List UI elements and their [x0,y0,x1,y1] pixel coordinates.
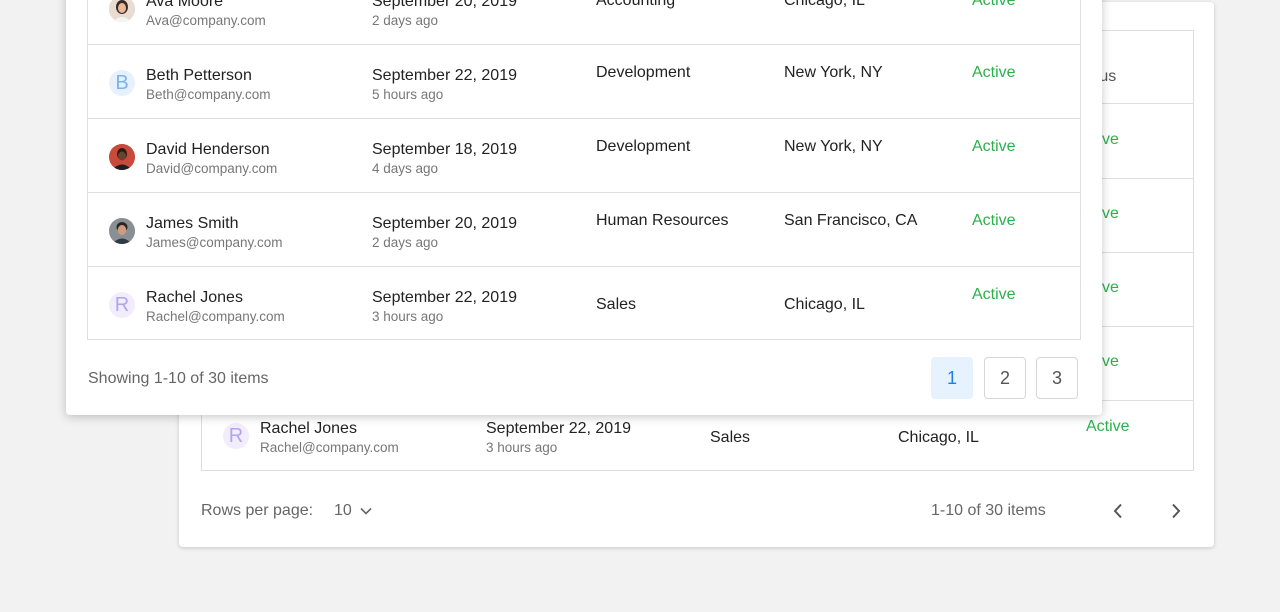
department-cell: Sales [710,429,751,446]
user-cell: R Rachel Jones Rachel@company.com [223,419,399,457]
user-email: Rachel@company.com [146,309,285,324]
table-row[interactable]: Ava Moore Ava@company.com September 20, … [88,0,1080,45]
foreground-table-card: Ava Moore Ava@company.com September 20, … [66,0,1102,415]
previous-page-button[interactable] [1104,497,1132,525]
chevron-right-icon [1172,503,1181,519]
chevron-left-icon [1113,503,1122,519]
status-label: Active [972,286,1016,303]
chevron-down-icon [360,507,372,515]
table-row[interactable]: James Smith James@company.com September … [88,193,1080,267]
user-cell: David Henderson David@company.com [109,140,277,178]
relative-time: 3 hours ago [486,440,558,455]
user-name: David Henderson [146,141,270,158]
relative-time: 5 hours ago [372,87,444,102]
status-label: Active [972,0,1016,9]
date-cell: September 22, 2019 3 hours ago [372,288,517,326]
location-cell: New York, NY [784,138,883,155]
user-email: James@company.com [146,235,283,250]
showing-count-label: Showing 1-10 of 30 items [88,370,269,387]
table-row[interactable]: David Henderson David@company.com Septem… [88,119,1080,193]
date-cell: September 20, 2019 2 days ago [372,0,517,30]
location-cell: San Francisco, CA [784,212,918,229]
page-button-1[interactable]: 1 [931,357,973,399]
user-name: Ava Moore [146,0,224,10]
next-page-button[interactable] [1162,497,1190,525]
status-label: Active [972,64,1016,81]
user-photo-icon [109,0,135,22]
user-email: Beth@company.com [146,87,271,102]
avatar: R [223,423,249,449]
status-label: Active [1086,418,1130,435]
user-cell: B Beth Petterson Beth@company.com [109,66,271,104]
user-email: Ava@company.com [146,13,266,28]
relative-time: 3 hours ago [372,309,444,324]
user-name: Rachel Jones [146,289,243,306]
location-cell: New York, NY [784,64,883,81]
date-text: September 20, 2019 [372,0,517,10]
date-text: September 20, 2019 [372,215,517,232]
user-name: Beth Petterson [146,67,252,84]
page-button-3[interactable]: 3 [1036,357,1078,399]
avatar: B [109,70,135,96]
table-row[interactable]: B Beth Petterson Beth@company.com Septem… [88,45,1080,119]
table-row[interactable]: R Rachel Jones Rachel@company.com Septem… [88,267,1080,341]
department-cell: Accounting [596,0,676,9]
department-cell: Human Resources [596,212,729,229]
date-cell: September 18, 2019 4 days ago [372,140,517,178]
date-cell: September 22, 2019 5 hours ago [372,66,517,104]
avatar [109,218,135,244]
user-email: Rachel@company.com [260,440,399,455]
location-cell: Chicago, IL [784,0,865,9]
status-label: Active [972,138,1016,155]
location-cell: Chicago, IL [784,296,865,313]
user-cell: Ava Moore Ava@company.com [109,0,266,30]
relative-time: 2 days ago [372,235,439,250]
department-cell: Development [596,64,691,81]
date-cell: September 22, 2019 3 hours ago [486,419,631,457]
page-button-2[interactable]: 2 [984,357,1026,399]
user-email: David@company.com [146,161,278,176]
foreground-table: Ava Moore Ava@company.com September 20, … [87,0,1081,340]
user-cell: R Rachel Jones Rachel@company.com [109,288,285,326]
relative-time: 2 days ago [372,13,439,28]
avatar [109,144,135,170]
status-label: Active [972,212,1016,229]
user-name: Rachel Jones [260,420,357,437]
date-text: September 22, 2019 [372,67,517,84]
date-text: September 22, 2019 [486,420,631,437]
avatar [109,0,135,22]
location-cell: Chicago, IL [898,429,979,446]
date-text: September 22, 2019 [372,289,517,306]
rows-per-page-label: Rows per page: [201,502,314,519]
date-cell: September 20, 2019 2 days ago [372,214,517,252]
department-cell: Development [596,138,691,155]
user-cell: James Smith James@company.com [109,214,283,252]
table-footer: Rows per page: 10 1-10 of 30 items [179,487,1214,537]
rows-per-page-value: 10 [334,502,352,519]
relative-time: 4 days ago [372,161,439,176]
user-name: James Smith [146,215,239,232]
user-photo-icon [109,144,135,170]
user-photo-icon [109,218,135,244]
avatar: R [109,292,135,318]
date-text: September 18, 2019 [372,141,517,158]
table-footer: Showing 1-10 of 30 items 1 2 3 [66,340,1102,415]
rows-per-page-select[interactable]: 10 [334,502,372,520]
department-cell: Sales [596,296,637,313]
range-label: 1-10 of 30 items [931,502,1046,519]
